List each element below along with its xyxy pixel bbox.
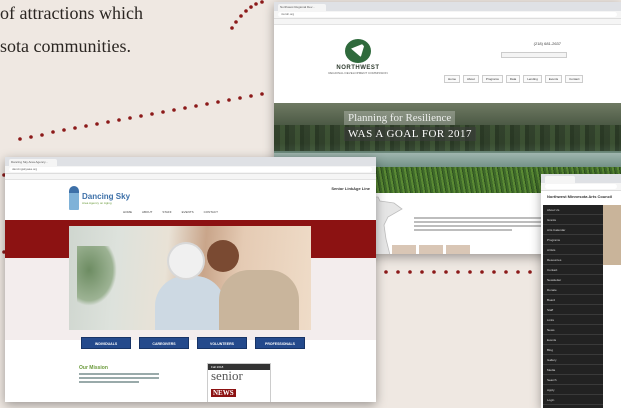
northwest-logo[interactable]: NORTHWEST REGIONAL DEVELOPMENT COMMISSIO… [328, 39, 388, 79]
caption-line-2: sota communities. [0, 36, 131, 56]
dancing-sky-website-screenshot: Dancing Sky Area Agency... dancingskyaaa… [5, 157, 376, 402]
nav-item[interactable]: CONTACT [204, 210, 218, 214]
nav-item[interactable]: About [463, 75, 479, 83]
nav-item[interactable]: ABOUT [142, 210, 152, 214]
browser-tab[interactable]: Northwest Regional Dev... [278, 4, 326, 11]
sidebar-item[interactable]: Blog [543, 345, 603, 355]
sidebar-menu: About Us Grants Arts Calendar Programs A… [543, 205, 603, 408]
nav-item[interactable]: EVENTS [182, 210, 194, 214]
browser-tabstrip: Dancing Sky Area Agency... [5, 157, 376, 166]
main-nav: HOME ABOUT STAFF EVENTS CONTACT [123, 210, 218, 214]
browser-tab[interactable]: Dancing Sky Area Agency... [9, 159, 57, 166]
sidebar-item[interactable]: Links [543, 315, 603, 325]
logo-subtitle: Area Agency on Aging [82, 200, 112, 205]
sidebar-item[interactable]: Search [543, 375, 603, 385]
browser-toolbar: nwrdc.org [274, 11, 621, 19]
audience-buttons: INDIVIDUALS CAREGIVERS VOLUNTEERS PROFES… [81, 337, 305, 349]
browser-toolbar: dancingskyaaa.org [5, 166, 376, 174]
mission-section: Our Mission [79, 365, 179, 383]
dancer-logo-icon [69, 186, 79, 210]
sidebar-item[interactable]: Grants [543, 215, 603, 225]
sidebar-item[interactable]: Board [543, 295, 603, 305]
site-content: Northwest Minnesota Arts Council About U… [541, 191, 621, 408]
sidebar-item[interactable]: About Us [543, 205, 603, 215]
sidebar-item[interactable]: Staff [543, 305, 603, 315]
site-header: NORTHWEST REGIONAL DEVELOPMENT COMMISSIO… [274, 25, 621, 103]
senior-news-card[interactable]: Fall 2018 senior NEWS [207, 363, 271, 402]
thumbnail[interactable] [392, 245, 416, 254]
sidebar-item[interactable]: Programs [543, 235, 603, 245]
nav-item[interactable]: Contact [565, 75, 584, 83]
search-input[interactable] [501, 52, 567, 58]
caption-line-1: of attractions which [0, 3, 143, 23]
volunteers-button[interactable]: VOLUNTEERS [197, 337, 247, 349]
nav-item[interactable]: Lending [523, 75, 542, 83]
feature-area [5, 226, 376, 340]
phone-number: (218) 681-2637 [533, 41, 561, 46]
hero-heading: Planning for Resilience [344, 111, 456, 125]
mission-heading: Our Mission [79, 365, 108, 371]
sidebar-item[interactable]: Resources [543, 255, 603, 265]
browser-tabstrip [541, 174, 621, 183]
browser-tab[interactable] [545, 176, 575, 183]
sidebar-item[interactable]: Arts Calendar [543, 225, 603, 235]
nav-item[interactable]: Data [505, 75, 521, 83]
site-title: Northwest Minnesota Arts Council [547, 194, 613, 199]
address-bar[interactable]: dancingskyaaa.org [9, 167, 372, 172]
nav-item[interactable]: STAFF [162, 210, 171, 214]
sidebar-item[interactable]: Gallery [543, 355, 603, 365]
sidebar-item[interactable]: Login [543, 395, 603, 405]
browser-tabstrip: Northwest Regional Dev... [274, 2, 621, 11]
nav-item[interactable]: HOME [123, 210, 132, 214]
logo-title: Dancing Sky [82, 191, 131, 201]
nav-item[interactable]: Home [444, 75, 461, 83]
sidebar-item[interactable]: Artists [543, 245, 603, 255]
connector-top [230, 0, 264, 30]
nav-item[interactable]: Events [544, 75, 563, 83]
sidebar-item[interactable]: Donate [543, 285, 603, 295]
main-nav: Home About Programs Data Lending Events … [444, 75, 584, 83]
logo-mark-icon [345, 39, 371, 63]
browser-toolbar [541, 183, 621, 191]
individuals-button[interactable]: INDIVIDUALS [81, 337, 131, 349]
senior-news-subtitle: NEWS [211, 389, 236, 397]
header-contact: Senior LinkAge Line [306, 186, 376, 191]
thumbnail[interactable] [446, 245, 470, 254]
featured-image [603, 205, 621, 265]
arts-council-website-screenshot: Northwest Minnesota Arts Council About U… [541, 174, 621, 408]
thumbnail[interactable] [419, 245, 443, 254]
site-header: Dancing Sky Area Agency on Aging Senior … [5, 180, 376, 220]
sidebar-item[interactable]: Contact [543, 265, 603, 275]
connector-bottom [384, 270, 532, 274]
intro-paragraph [414, 217, 554, 233]
connector-middle [18, 92, 264, 141]
sidebar-item[interactable]: News [543, 325, 603, 335]
caregivers-button[interactable]: CAREGIVERS [139, 337, 189, 349]
senior-news-title: senior [211, 368, 243, 383]
address-bar[interactable] [545, 184, 617, 189]
nav-item[interactable]: Programs [481, 75, 503, 83]
sidebar-item[interactable]: Apply [543, 385, 603, 395]
thumbnail-row [392, 245, 470, 254]
professionals-button[interactable]: PROFESSIONALS [255, 337, 305, 349]
header-contact-label: Senior LinkAge Line [331, 186, 370, 191]
logo-subtitle: REGIONAL DEVELOPMENT COMMISSION [328, 71, 388, 75]
sidebar-item[interactable]: Events [543, 335, 603, 345]
hero-photo [69, 226, 311, 330]
hero-subheading: WAS A GOAL FOR 2017 [344, 127, 476, 141]
address-bar[interactable]: nwrdc.org [278, 12, 617, 17]
dancing-sky-logo[interactable]: Dancing Sky Area Agency on Aging [69, 186, 130, 210]
sidebar-item[interactable]: Media [543, 365, 603, 375]
sidebar-item[interactable]: Newsletter [543, 275, 603, 285]
